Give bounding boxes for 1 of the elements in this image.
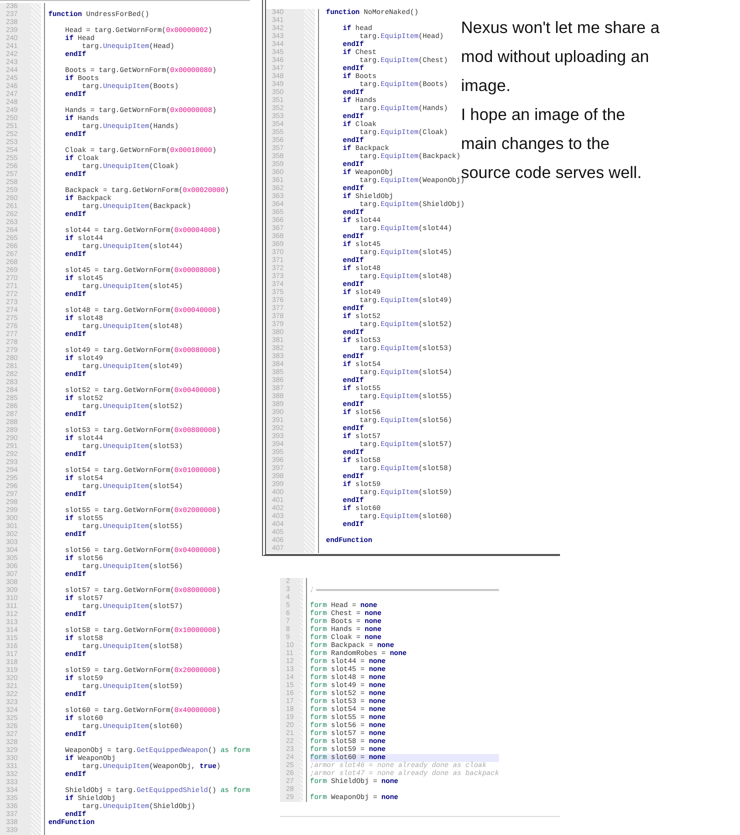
note-paragraph: Nexus won't let me share a mod without uploading an image. — [461, 18, 660, 97]
